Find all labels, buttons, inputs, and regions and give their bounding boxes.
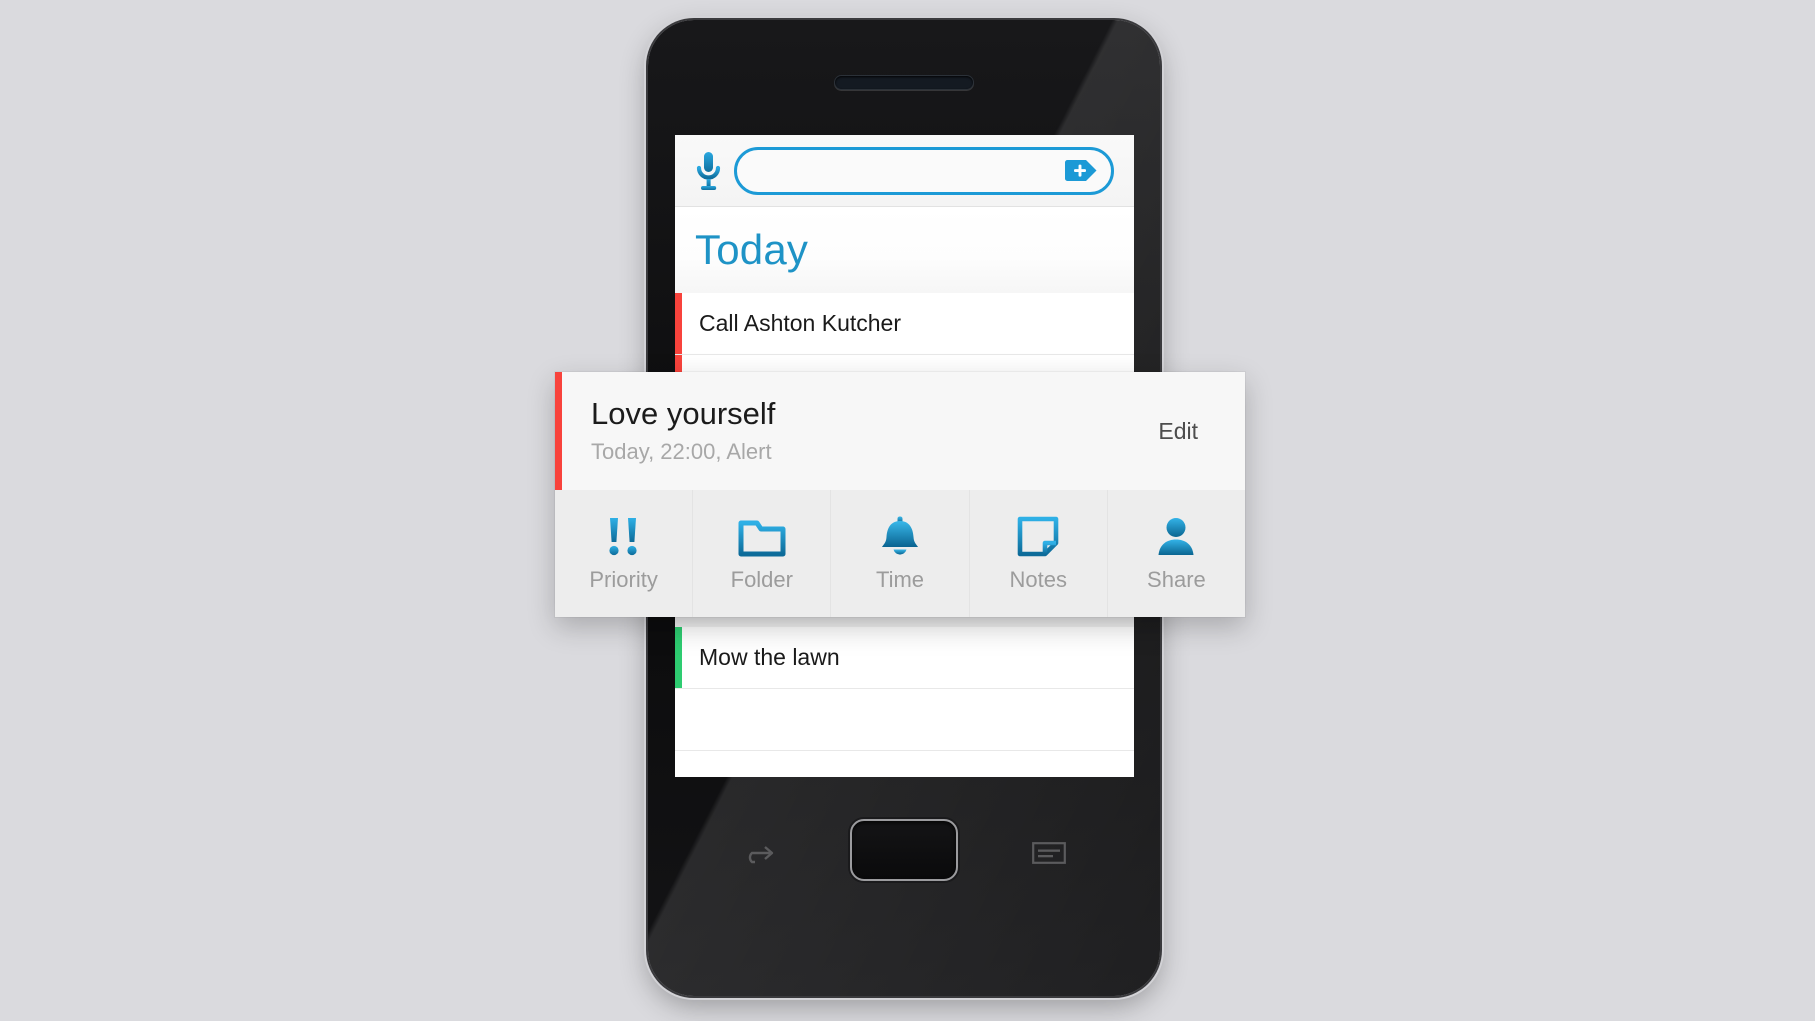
microphone-icon[interactable]: [688, 148, 728, 194]
task-label: Call Ashton Kutcher: [699, 310, 902, 336]
task-label: Mow the lawn: [699, 644, 840, 670]
home-button[interactable]: [850, 819, 958, 881]
action-label: Share: [1147, 567, 1206, 592]
speaker-grille: [834, 75, 974, 90]
action-label: Time: [875, 567, 925, 592]
popup-action-toolbar: Priority Folder Time Notes Share: [555, 490, 1245, 617]
device-bottom-controls: [648, 777, 1160, 996]
person-icon: [1155, 514, 1197, 558]
bell-icon: [878, 514, 922, 558]
add-tag-icon[interactable]: [1063, 159, 1099, 183]
popup-subtitle: Today, 22:00, Alert: [591, 438, 772, 464]
popup-header: Love yourself Today, 22:00, Alert Edit: [555, 372, 1245, 490]
edit-button[interactable]: Edit: [1158, 418, 1245, 445]
back-icon[interactable]: [736, 839, 782, 867]
search-field[interactable]: [734, 146, 1114, 195]
menu-icon[interactable]: [1026, 839, 1072, 867]
section-heading-today: Today: [675, 207, 1134, 293]
action-time[interactable]: Time: [831, 490, 970, 617]
section-heading-label: Today: [695, 226, 809, 273]
action-label: Folder: [730, 567, 793, 592]
priority-bar: [675, 627, 682, 688]
action-priority[interactable]: Priority: [555, 490, 694, 617]
action-label: Notes: [1009, 567, 1067, 592]
priority-bar: [555, 372, 562, 490]
action-label: Priority: [589, 567, 658, 592]
search-bar: [675, 135, 1134, 207]
note-page-icon: [1017, 514, 1059, 558]
priority-bar: [675, 689, 682, 750]
action-folder[interactable]: Folder: [693, 490, 832, 617]
double-exclamation-icon: [604, 514, 644, 558]
task-row[interactable]: Call Ashton Kutcher: [675, 293, 1134, 355]
priority-bar: [675, 293, 682, 354]
action-notes[interactable]: Notes: [970, 490, 1108, 617]
screenshot-canvas: Today Call Ashton Kutcher Tomorrow: [0, 0, 1815, 1021]
popup-title: Love yourself: [591, 396, 776, 432]
popup-text-block: Love yourself Today, 22:00, Alert: [555, 396, 1158, 465]
action-share[interactable]: Share: [1108, 490, 1245, 617]
task-detail-popup: Love yourself Today, 22:00, Alert Edit P…: [555, 372, 1245, 617]
task-row[interactable]: [675, 689, 1134, 751]
task-row[interactable]: Mow the lawn: [675, 627, 1134, 689]
folder-icon: [738, 514, 786, 558]
search-input[interactable]: [755, 159, 1063, 182]
